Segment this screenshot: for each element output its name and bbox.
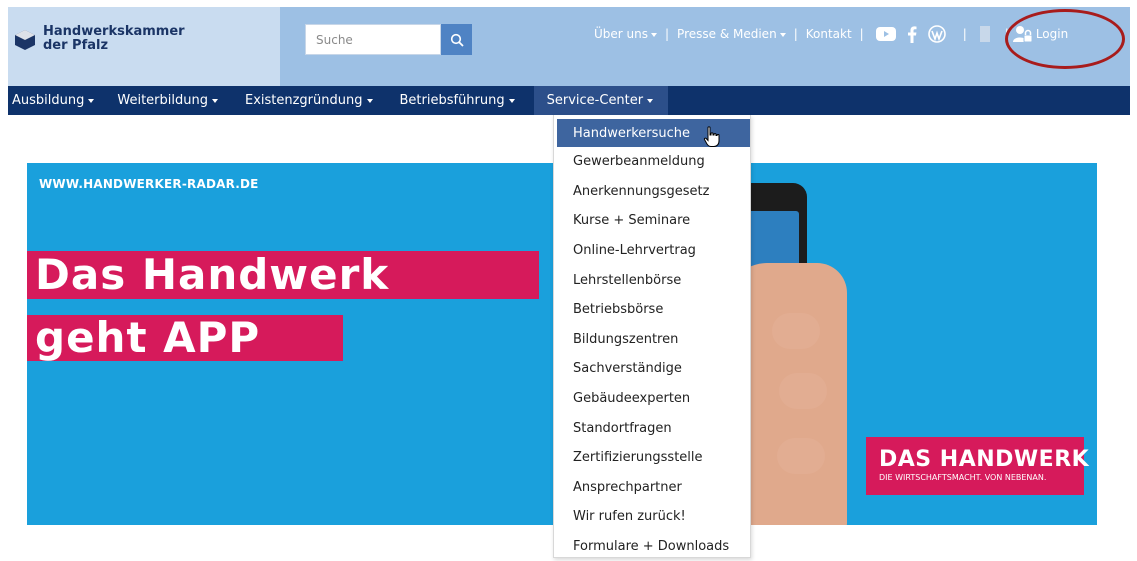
dropdown-item-ansprechpartner[interactable]: Ansprechpartner (554, 473, 750, 503)
finger-shape (779, 373, 827, 409)
caret-down-icon (88, 99, 95, 103)
search-button[interactable] (441, 24, 472, 55)
brand-sub-text: DIE WIRTSCHAFTSMACHT. VON NEBENAN. (879, 473, 1047, 482)
nav-item-betriebsfuehrung[interactable]: Betriebsführung (381, 86, 523, 115)
caret-down-icon (651, 32, 657, 37)
top-link-ueber-uns[interactable]: Über uns (594, 27, 657, 41)
nav-item-existenzgruendung[interactable]: Existenzgründung (226, 86, 381, 115)
nav-item-ausbildung[interactable]: Ausbildung (8, 86, 102, 115)
caret-down-icon (647, 99, 654, 103)
search-box (305, 24, 472, 55)
caret-down-icon (508, 99, 515, 103)
search-input[interactable] (305, 24, 441, 55)
main-nav: Ausbildung Weiterbildung Existenzgründun… (8, 86, 1130, 115)
dropdown-item-gebaeudeexperten[interactable]: Gebäudeexperten (554, 384, 750, 414)
logo-icon (15, 30, 35, 50)
nav-item-label: Weiterbildung (117, 93, 208, 108)
separator: | (859, 27, 864, 41)
headline-line2: geht APP (35, 313, 261, 362)
finger-shape (777, 438, 825, 474)
separator: | (962, 27, 967, 41)
finger-shape (772, 313, 820, 349)
dropdown-item-zertifizierungsstelle[interactable]: Zertifizierungsstelle (554, 443, 750, 473)
hand-pointer-icon (703, 126, 720, 147)
top-link-label: Presse & Medien (677, 27, 777, 41)
top-link-presse[interactable]: Presse & Medien (677, 27, 786, 41)
caret-down-icon (779, 32, 786, 37)
dropdown-item-anerkennungsgesetz[interactable]: Anerkennungsgesetz (554, 177, 750, 207)
nav-item-label: Service-Center (546, 93, 644, 108)
nav-item-label: Ausbildung (12, 93, 85, 108)
social-links: | | (875, 25, 1013, 43)
dropdown-item-standortfragen[interactable]: Standortfragen (554, 413, 750, 443)
nav-item-service-center[interactable]: Service-Center (533, 86, 669, 115)
brand-main-text: DAS HANDWERK (879, 447, 1090, 472)
dropdown-item-wir-rufen-zurueck[interactable]: Wir rufen zurück! (554, 502, 750, 532)
logo-line2: der Pfalz (43, 38, 109, 53)
dropdown-item-kurse-seminare[interactable]: Kurse + Seminare (554, 206, 750, 236)
caret-down-icon (366, 99, 373, 103)
top-nav: Über uns | Presse & Medien | Kontakt | |… (594, 25, 1068, 43)
nav-item-weiterbildung[interactable]: Weiterbildung (102, 86, 226, 115)
top-link-label: Über uns (594, 27, 648, 41)
banner-url: WWW.HANDWERKER-RADAR.DE (39, 177, 259, 191)
wordpress-icon[interactable] (927, 25, 946, 43)
logo-line1: Handwerkskammer (43, 24, 185, 39)
dropdown-item-lehrstellenboerse[interactable]: Lehrstellenbörse (554, 265, 750, 295)
caret-down-icon (211, 99, 218, 103)
dropdown-item-bildungszentren[interactable]: Bildungszentren (554, 325, 750, 355)
dropdown-item-betriebsboerse[interactable]: Betriebsbörse (554, 295, 750, 325)
top-link-kontakt[interactable]: Kontakt (806, 27, 852, 41)
nav-item-label: Betriebsführung (399, 93, 505, 108)
annotation-ring (1005, 9, 1125, 69)
headline-line1: Das Handwerk (35, 250, 390, 299)
dropdown-item-gewerbeanmeldung[interactable]: Gewerbeanmeldung (554, 147, 750, 177)
youtube-icon[interactable] (875, 27, 896, 41)
separator: | (665, 27, 670, 41)
search-icon (450, 33, 464, 47)
logo-text: Handwerkskammer der Pfalz (43, 25, 185, 53)
instagram-icon[interactable] (979, 26, 990, 42)
separator: | (793, 27, 798, 41)
top-link-label: Kontakt (805, 27, 852, 41)
dropdown-item-online-lehrvertrag[interactable]: Online-Lehrvertrag (554, 236, 750, 266)
service-center-dropdown: Handwerkersuche Gewerbeanmeldung Anerken… (553, 115, 751, 558)
dropdown-item-sachverstaendige[interactable]: Sachverständige (554, 354, 750, 384)
site-header: Handwerkskammer der Pfalz (8, 7, 1130, 87)
nav-item-label: Existenzgründung (244, 93, 363, 108)
facebook-icon[interactable] (907, 25, 917, 43)
logo-link[interactable]: Handwerkskammer der Pfalz (8, 7, 280, 87)
dropdown-item-handwerkersuche[interactable]: Handwerkersuche (557, 119, 750, 147)
dropdown-item-formulare-downloads[interactable]: Formulare + Downloads (554, 532, 750, 561)
brand-logo: DAS HANDWERK DIE WIRTSCHAFTSMACHT. VON N… (866, 437, 1089, 495)
